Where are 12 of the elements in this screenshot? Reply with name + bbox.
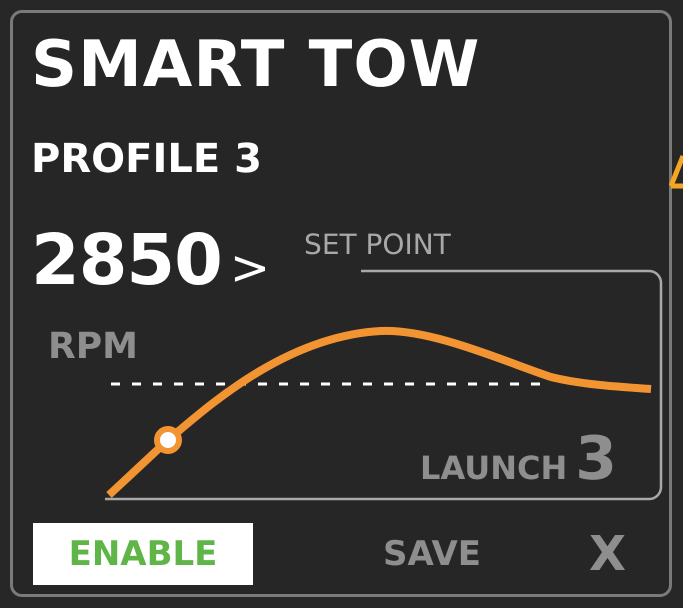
enable-button[interactable]: ENABLE	[33, 523, 253, 585]
profile-name: PROFILE 3	[31, 135, 262, 183]
launch-point-marker[interactable]	[154, 426, 182, 454]
app-title: SMART TOW	[31, 27, 480, 104]
save-button[interactable]: SAVE	[379, 529, 486, 579]
rpm-value: 2850	[31, 229, 222, 291]
rpm-unit-label: RPM	[48, 327, 138, 367]
launch-label: LAUNCH	[420, 450, 568, 486]
launch-number: 3	[575, 429, 617, 489]
arrow-glyph: >	[230, 244, 270, 292]
set-point-label: SET POINT	[304, 229, 451, 261]
close-button[interactable]: X	[583, 526, 632, 582]
